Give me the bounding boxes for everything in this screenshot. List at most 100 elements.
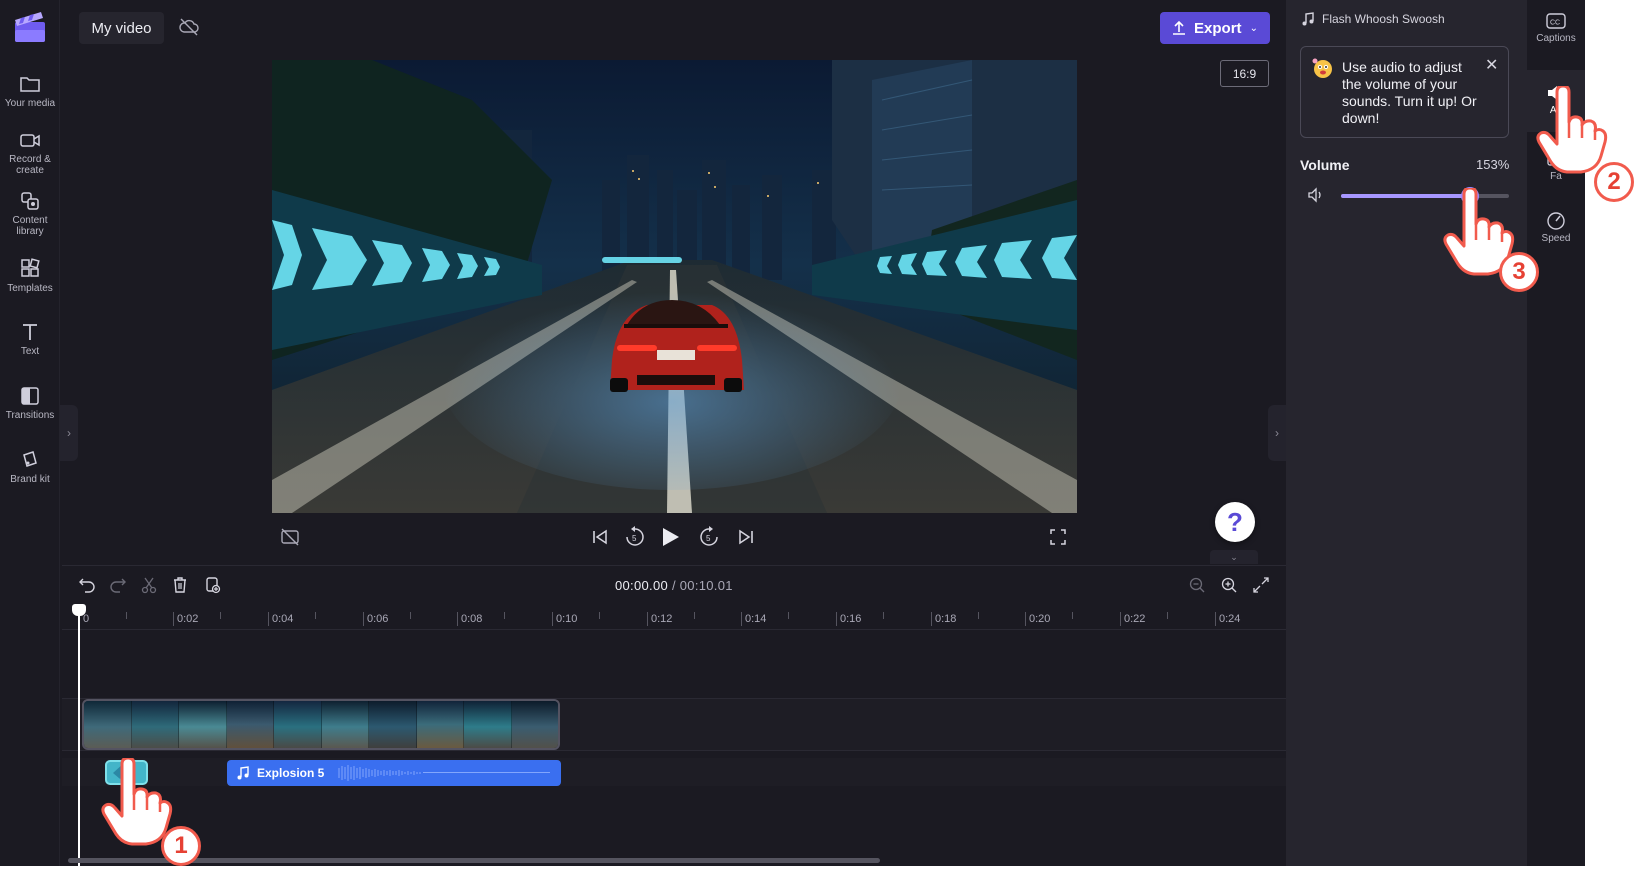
templates-icon (21, 258, 40, 277)
scissors-icon[interactable] (140, 576, 158, 594)
rewind-5s-icon[interactable]: 5 (624, 524, 646, 550)
help-button[interactable]: ? (1215, 502, 1255, 542)
rail-record-create[interactable]: Record & create (0, 130, 60, 176)
brand-kit-icon (23, 451, 37, 467)
audio-clip[interactable]: Explosion 5 (227, 760, 561, 786)
step-number: 3 (1512, 258, 1526, 285)
clipchamp-editor: Your media Record & create Content libra… (0, 0, 1634, 866)
rail-label: Record & create (9, 154, 51, 176)
svg-text:CC: CC (1550, 20, 1560, 27)
close-icon[interactable]: ✕ (1485, 55, 1498, 75)
step-badge-2: 2 (1594, 162, 1634, 202)
ruler-label: 0:04 (268, 612, 293, 626)
rail-transitions[interactable]: Transitions (0, 386, 60, 421)
video-clip[interactable] (82, 699, 560, 750)
collapse-right-panel-button[interactable]: › (1268, 405, 1286, 461)
pointing-hand-icon (1536, 86, 1608, 174)
rail-label: Content library (12, 215, 48, 237)
pointing-hand-icon (101, 758, 173, 846)
text-icon (23, 324, 37, 340)
video-preview[interactable] (272, 60, 1077, 513)
rail-label: Text (20, 346, 40, 357)
ruler-label: 0:24 (1215, 612, 1240, 626)
cloud-off-icon[interactable] (178, 16, 200, 38)
speed-icon (1547, 212, 1565, 230)
transitions-icon (21, 387, 39, 405)
ruler-label: 0:20 (1025, 612, 1050, 626)
tip-card: Use audio to adjust the volume of your s… (1300, 46, 1509, 138)
ruler-label: 0:18 (931, 612, 956, 626)
tip-text: Use audio to adjust the volume of your s… (1342, 59, 1477, 126)
tab-label: Captions (1536, 33, 1576, 44)
svg-text:5: 5 (632, 534, 637, 543)
captions-off-icon[interactable] (280, 524, 300, 550)
export-button[interactable]: Export ⌄ (1160, 12, 1270, 44)
speaker-icon[interactable] (1307, 187, 1325, 203)
fit-timeline-icon[interactable] (1252, 576, 1270, 594)
camera-icon (20, 134, 40, 147)
fullscreen-icon[interactable] (1048, 524, 1068, 550)
duplicate-icon[interactable] (203, 576, 221, 594)
tab-speed[interactable]: Speed (1527, 210, 1585, 258)
volume-value: 153% (1476, 157, 1510, 172)
chevron-down-icon: ⌄ (1249, 22, 1258, 34)
redo-icon[interactable] (109, 576, 127, 594)
waveform-graphic (338, 765, 550, 781)
rail-label: Your media (4, 98, 56, 109)
step-number: 1 (174, 832, 188, 859)
export-label: Export (1194, 19, 1242, 37)
svg-text:5: 5 (706, 534, 711, 543)
forward-5s-icon[interactable]: 5 (698, 524, 720, 550)
tab-captions[interactable]: CC Captions (1527, 12, 1585, 60)
music-note-icon (237, 766, 249, 780)
skip-to-end-icon[interactable] (736, 524, 756, 550)
play-icon[interactable] (659, 524, 681, 550)
step-badge-1: 1 (161, 826, 201, 866)
trash-icon[interactable] (171, 576, 189, 594)
upload-icon (1173, 20, 1186, 35)
step-badge-3: 3 (1499, 252, 1539, 292)
content-library-icon (21, 192, 39, 210)
rail-your-media[interactable]: Your media (0, 74, 60, 109)
rail-text[interactable]: Text (0, 322, 60, 357)
folder-icon (20, 77, 40, 92)
zoom-in-icon[interactable] (1220, 576, 1238, 594)
ruler-label: 0:12 (647, 612, 672, 626)
ruler-label: 0:22 (1120, 612, 1145, 626)
chevron-right-icon: › (1275, 426, 1279, 440)
waving-emoji-icon (1312, 58, 1332, 78)
tab-label: Speed (1541, 233, 1571, 244)
selected-asset-name: Flash Whoosh Swoosh (1302, 12, 1445, 26)
ruler-label: 0:10 (552, 612, 577, 626)
chevron-right-icon: › (67, 426, 71, 440)
aspect-ratio-button[interactable]: 16:9 (1220, 60, 1269, 87)
undo-icon[interactable] (78, 576, 96, 594)
rail-brand-kit[interactable]: Brand kit (0, 450, 60, 485)
aspect-ratio-label: 16:9 (1232, 66, 1257, 81)
ruler-label: 0:08 (457, 612, 482, 626)
current-time: 00:00.00 (615, 578, 669, 593)
project-title-input[interactable]: My video (79, 12, 164, 44)
timeline-ruler[interactable]: 0 0:02 0:04 0:06 0:08 0:10 0:12 0:14 0:1… (62, 606, 1286, 630)
rail-label: Transitions (5, 410, 55, 421)
skip-to-start-icon[interactable] (590, 524, 610, 550)
rail-label: Brand kit (10, 474, 50, 485)
captions-icon: CC (1546, 13, 1566, 29)
playhead-handle[interactable] (72, 604, 86, 616)
help-label: ? (1227, 506, 1243, 537)
timeline-toolbar: 00:00.00 / 00:10.01 (62, 565, 1286, 605)
rail-label: Templates (7, 283, 53, 294)
clipchamp-logo-icon[interactable] (14, 10, 46, 44)
zoom-out-icon[interactable] (1188, 576, 1206, 594)
project-title: My video (91, 19, 152, 37)
collapse-timeline-toggle[interactable]: ⌄ (1210, 550, 1258, 564)
timecode-display: 00:00.00 / 00:10.01 (615, 578, 733, 593)
playhead[interactable] (78, 612, 80, 866)
rail-templates[interactable]: Templates (0, 257, 60, 294)
total-time: / 00:10.01 (671, 578, 733, 593)
expand-left-panel-button[interactable]: › (60, 405, 78, 461)
ruler-label: 0:06 (363, 612, 388, 626)
rail-content-library[interactable]: Content library (0, 191, 60, 237)
left-rail: Your media Record & create Content libra… (0, 0, 60, 866)
asset-name-label: Flash Whoosh Swoosh (1322, 12, 1445, 26)
